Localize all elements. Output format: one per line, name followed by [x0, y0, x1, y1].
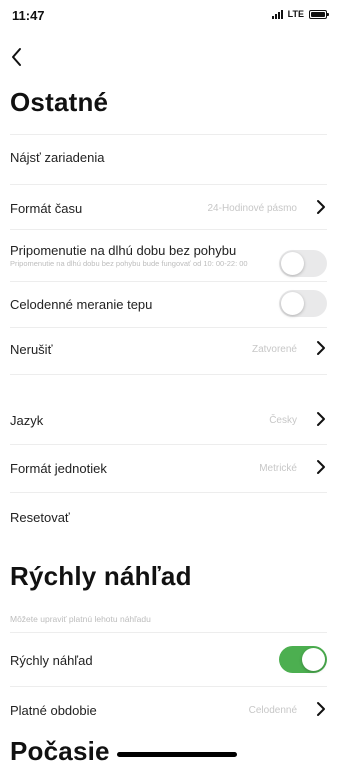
chevron-right-icon [317, 341, 325, 355]
row-label: Nerušiť [10, 342, 53, 357]
divider [10, 444, 327, 445]
status-bar: 11:47 LTE [0, 0, 337, 30]
row-quick-view: Rýchly náhľad [0, 632, 337, 676]
row-valid-period[interactable]: Platné obdobie Celodenné [0, 686, 337, 730]
signal-icon [271, 9, 283, 19]
inactivity-toggle[interactable] [279, 250, 327, 277]
row-do-not-disturb[interactable]: Nerušiť Zatvorené [0, 327, 337, 371]
row-label: Formát času [10, 201, 83, 216]
divider [10, 229, 327, 230]
section-title-other: Ostatné [10, 87, 109, 117]
hr-monitor-toggle[interactable] [279, 290, 327, 317]
divider [10, 632, 327, 633]
row-label: Rýchly náhľad [10, 653, 93, 668]
toggle-knob [281, 252, 304, 275]
row-label: Resetovať [10, 510, 70, 525]
row-value: 24-Hodinové pásmo [207, 203, 298, 214]
toggle-knob [281, 292, 304, 315]
section-title-weather: Počasie [10, 736, 110, 766]
row-unit-format[interactable]: Formát jednotiek Metrické [0, 444, 337, 488]
status-time: 11:47 [12, 8, 45, 23]
row-value: Zatvorené [251, 344, 297, 355]
home-indicator[interactable] [117, 752, 237, 757]
section-title-quick-view: Rýchly náhľad [10, 561, 192, 591]
row-hr-monitor: Celodenné meranie tepu [0, 281, 337, 325]
row-label: Pripomenutie na dlhú dobu bez pohybu [10, 243, 237, 258]
row-sublabel: Pripomenutie na dlhú dobu bez pohybu bud… [10, 259, 248, 268]
quick-view-toggle[interactable] [279, 646, 327, 673]
row-language[interactable]: Jazyk Česky [0, 374, 337, 428]
row-find-device[interactable]: Nájsť zariadenia [0, 134, 337, 178]
divider [10, 686, 327, 687]
row-label: Celodenné meranie tepu [10, 297, 153, 312]
chevron-right-icon [317, 460, 325, 474]
row-value: Metrické [259, 463, 297, 474]
divider [10, 134, 327, 135]
status-icons: LTE [271, 9, 329, 19]
row-time-format[interactable]: Formát času 24-Hodinové pásmo [0, 184, 337, 228]
divider [10, 492, 327, 493]
row-label: Jazyk [10, 413, 44, 428]
chevron-right-icon [317, 200, 325, 214]
section-note: Môžete upraviť platnú lehotu náhľadu [10, 614, 151, 624]
network-label: LTE [287, 9, 304, 19]
back-button[interactable] [8, 44, 30, 70]
row-inactivity-reminder: Pripomenutie na dlhú dobu bez pohybu Pri… [0, 229, 337, 281]
divider [10, 184, 327, 185]
row-label: Formát jednotiek [10, 461, 107, 476]
divider [10, 374, 327, 375]
chevron-right-icon [317, 702, 325, 716]
divider [10, 327, 327, 328]
row-value: Celodenné [248, 705, 297, 716]
row-label: Platné obdobie [10, 703, 97, 718]
chevron-right-icon [317, 412, 325, 426]
toggle-knob [302, 648, 325, 671]
row-value: Česky [269, 415, 297, 426]
chevron-left-icon [12, 48, 21, 66]
row-label: Nájsť zariadenia [10, 150, 105, 165]
battery-icon [309, 9, 329, 19]
divider [10, 281, 327, 282]
row-reset[interactable]: Resetovať [0, 492, 337, 536]
